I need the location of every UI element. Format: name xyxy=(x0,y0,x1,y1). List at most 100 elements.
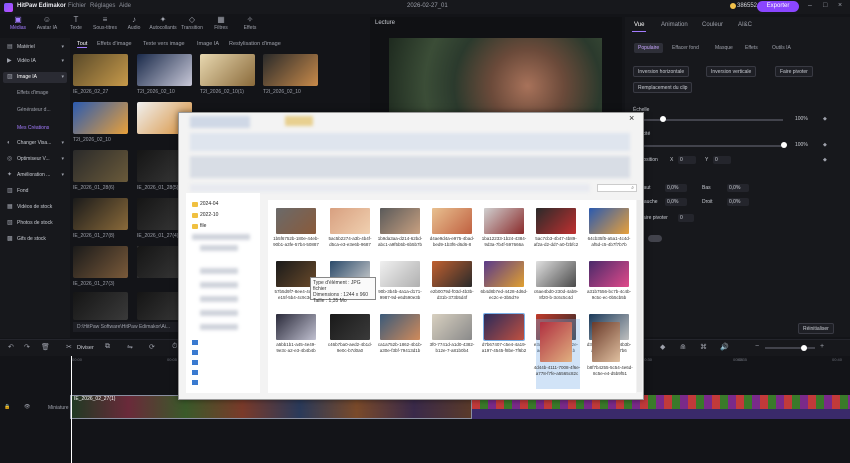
zoom-slider[interactable] xyxy=(765,347,815,349)
media-thumbnail[interactable] xyxy=(73,292,128,320)
media-tab-4[interactable]: Restylisation d'image xyxy=(229,41,281,47)
tool-tab-1[interactable]: ☺ Avatar IA xyxy=(32,15,62,35)
tool-tab-0[interactable]: ▣ Médias xyxy=(3,15,33,35)
position-x-input[interactable]: 0 xyxy=(678,156,696,164)
preview-canvas[interactable] xyxy=(389,38,602,118)
sidebar-item-7[interactable]: ▦ Vidéos de stock xyxy=(3,202,67,213)
track-lock-icon[interactable]: 🔒 xyxy=(4,404,10,410)
file-thumbnail[interactable] xyxy=(276,314,316,340)
sidebar-item-3[interactable]: ◐ Changer Visa... ▾ xyxy=(3,138,67,149)
close-icon[interactable]: × xyxy=(838,2,842,9)
sidebar-item-1[interactable]: ▶ Vidéo IA ▾ xyxy=(3,56,67,67)
sidebar-item-5[interactable]: ✦ Amélioration ... ▾ xyxy=(3,170,67,181)
sidebar-item-9[interactable]: ▩ Gifs de stock xyxy=(3,234,67,245)
image-clip-bar[interactable] xyxy=(472,409,850,419)
dialog-nav-item-blurred[interactable] xyxy=(200,282,238,288)
marker-icon[interactable]: ◆ xyxy=(660,343,665,351)
file-thumbnail[interactable] xyxy=(380,261,420,287)
media-tab-3[interactable]: Image IA xyxy=(197,41,219,47)
delete-icon[interactable]: 🗑 xyxy=(41,343,50,351)
menu-file[interactable]: Fichier xyxy=(68,3,86,9)
track-eye-icon[interactable]: 👁 xyxy=(24,404,30,410)
undo-icon[interactable]: ↶ xyxy=(8,343,14,351)
media-thumbnail[interactable] xyxy=(73,102,128,134)
sidebar-item-4[interactable]: ◎ Optimiseur V... ▾ xyxy=(3,154,67,165)
dialog-nav-item[interactable]: 2024-04 xyxy=(200,201,218,207)
sidebar-subitem-0[interactable]: Effets d'image xyxy=(17,90,48,96)
reset-button[interactable]: Réinitialiser xyxy=(798,323,834,334)
split-label[interactable]: Diviser xyxy=(77,345,94,351)
media-thumbnail[interactable] xyxy=(263,54,318,86)
properties-button-1[interactable]: Inversion verticale xyxy=(706,66,757,77)
rotate-input[interactable]: 0 xyxy=(678,214,694,222)
dialog-nav-item[interactable]: 2022-10 xyxy=(200,212,218,218)
maximize-icon[interactable]: □ xyxy=(823,2,827,9)
rotate-icon[interactable]: ⟳ xyxy=(149,343,155,351)
properties-subtab-4[interactable]: Outils IA xyxy=(768,43,795,53)
position-y-input[interactable]: 0 xyxy=(713,156,731,164)
playhead[interactable] xyxy=(71,356,72,463)
file-thumbnail[interactable] xyxy=(589,261,629,287)
opacity-slider-knob[interactable] xyxy=(781,142,787,148)
sidebar-item-6[interactable]: ▥ Fond xyxy=(3,186,67,197)
tool-tab-2[interactable]: T Texte xyxy=(61,15,91,35)
file-thumbnail[interactable] xyxy=(432,314,472,340)
file-thumbnail[interactable] xyxy=(276,208,316,234)
tool-tab-3[interactable]: ≡ Sous-titres xyxy=(90,15,120,35)
properties-tab-0[interactable]: Vue xyxy=(634,22,644,28)
dialog-nav-item[interactable]: file xyxy=(200,223,206,229)
link-icon[interactable]: ⌘ xyxy=(700,343,707,351)
sidebar-subitem-2[interactable]: Mes Créations xyxy=(17,125,49,131)
menu-help[interactable]: Aide xyxy=(119,3,131,9)
file-thumbnail[interactable] xyxy=(432,208,472,234)
crop-input-2[interactable]: 0,0% xyxy=(665,198,687,206)
tool-tab-6[interactable]: ◇ Transition xyxy=(177,15,207,35)
dialog-nav-item-blurred[interactable] xyxy=(200,268,238,274)
crop-input-0[interactable]: 0,0% xyxy=(665,184,687,192)
dialog-nav-item-blurred[interactable] xyxy=(200,324,238,330)
properties-tab-2[interactable]: Couleur xyxy=(702,22,723,28)
keyframe-icon[interactable]: ◆ xyxy=(823,116,827,122)
tool-tab-4[interactable]: ♪ Audio xyxy=(119,15,149,35)
properties-tab-1[interactable]: Animation xyxy=(661,22,688,28)
properties-button-0[interactable]: Inversion horizontale xyxy=(633,66,690,77)
dialog-address-bar[interactable] xyxy=(190,184,590,192)
media-tab-0[interactable]: Tout xyxy=(77,41,88,48)
crop-icon[interactable]: ⧉ xyxy=(105,343,110,351)
media-thumbnail[interactable] xyxy=(73,246,128,278)
file-thumbnail[interactable] xyxy=(484,208,524,234)
file-thumbnail[interactable] xyxy=(432,261,472,287)
file-thumbnail[interactable] xyxy=(536,261,576,287)
volume-icon[interactable]: 🔊 xyxy=(720,343,729,351)
tool-tab-7[interactable]: ▦ Filtres xyxy=(206,15,236,35)
media-tab-1[interactable]: Effets d'image xyxy=(97,41,132,47)
properties-button-2[interactable]: Faire pivoter xyxy=(775,66,813,77)
export-button[interactable]: Exporter xyxy=(757,1,799,12)
crop-input-1[interactable]: 0,0% xyxy=(727,184,749,192)
file-thumbnail[interactable] xyxy=(592,322,620,362)
media-thumbnail[interactable] xyxy=(137,54,192,86)
zoom-slider-knob[interactable] xyxy=(801,345,807,351)
minimize-icon[interactable]: – xyxy=(808,2,812,9)
media-thumbnail[interactable] xyxy=(73,54,128,86)
file-thumbnail-selected[interactable] xyxy=(540,322,572,362)
dialog-nav-item-blurred[interactable] xyxy=(200,245,238,251)
menu-settings[interactable]: Réglages xyxy=(90,3,115,9)
properties-subtab-2[interactable]: Masque xyxy=(711,43,737,53)
tool-tab-5[interactable]: ✦ Autocollants xyxy=(148,15,178,35)
dialog-nav-item-blurred[interactable] xyxy=(192,234,250,240)
keyframe-icon[interactable]: ◆ xyxy=(823,157,827,163)
dialog-close-icon[interactable]: × xyxy=(629,113,634,123)
file-thumbnail[interactable] xyxy=(589,208,629,234)
scale-slider-knob[interactable] xyxy=(660,116,666,122)
redo-icon[interactable]: ↷ xyxy=(24,343,30,351)
media-thumbnail[interactable] xyxy=(73,198,128,230)
properties-subtab-1[interactable]: Effacer fond xyxy=(668,43,703,53)
dialog-search-icon[interactable]: ⌕ xyxy=(597,184,637,192)
dialog-tab-active[interactable] xyxy=(285,116,313,126)
magnet-icon[interactable]: ⋒ xyxy=(680,343,686,351)
crop-input-3[interactable]: 0,0% xyxy=(727,198,749,206)
dialog-nav-item-blurred[interactable] xyxy=(200,310,238,316)
toggle-switch[interactable] xyxy=(648,235,662,242)
dialog-tab-blurred[interactable] xyxy=(190,116,250,128)
